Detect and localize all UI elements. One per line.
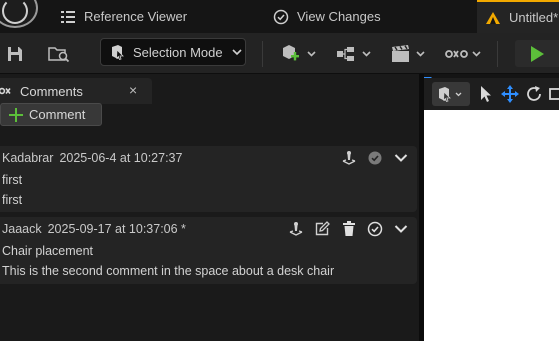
folder-search-icon xyxy=(48,46,70,62)
main-toolbar: Selection Mode xyxy=(0,33,559,74)
unreal-logo-icon[interactable] xyxy=(0,0,38,28)
scale-tool-button[interactable] xyxy=(549,85,559,103)
comment-title: Chair placement xyxy=(2,244,94,258)
platforms-icon xyxy=(445,49,481,58)
pin-location-icon xyxy=(342,151,356,165)
comment-body: This is the second comment in the space … xyxy=(2,264,335,278)
toolbar-separator xyxy=(262,41,263,67)
comment-card: Jaaack 2025-09-17 at 10:37:06 * Chair pl… xyxy=(0,217,417,284)
comment-card: Kadabrar 2025-06-4 at 10:27:37 first fir… xyxy=(0,146,417,212)
tab-reference-viewer[interactable]: Reference Viewer xyxy=(60,0,265,33)
comment-author: Kadabrar xyxy=(2,151,54,165)
comments-panel: Comments × Comment Kadabrar 2025-06-4 at… xyxy=(0,74,419,341)
comment-focus-button[interactable] xyxy=(287,220,305,238)
comment-body: first xyxy=(2,193,23,207)
comment-author: Jaaack xyxy=(2,222,42,236)
tab-label: Reference Viewer xyxy=(84,9,188,24)
comment-resolved-button[interactable] xyxy=(366,149,384,167)
resolved-check-icon xyxy=(368,151,382,165)
trash-icon xyxy=(343,221,355,236)
save-icon xyxy=(8,46,22,61)
clapperboard-icon xyxy=(392,44,425,62)
add-actor-icon xyxy=(283,44,316,60)
viewport-selection-mode-button[interactable] xyxy=(432,82,470,106)
selection-mode-icon xyxy=(112,45,124,60)
blueprints-button[interactable] xyxy=(334,40,374,67)
rotate-tool-button[interactable] xyxy=(525,85,543,103)
rotate-icon xyxy=(527,86,541,101)
add-actor-button[interactable] xyxy=(280,40,318,67)
edit-icon xyxy=(315,221,330,236)
scale-icon xyxy=(549,88,559,100)
save-button[interactable] xyxy=(4,40,26,67)
tab-untitled-level[interactable]: Untitled* xyxy=(477,0,559,33)
comments-icon xyxy=(0,87,11,95)
selection-mode-label: Selection Mode xyxy=(133,44,223,60)
comment-delete-button[interactable] xyxy=(340,220,358,238)
close-icon[interactable]: × xyxy=(129,82,143,98)
play-button[interactable] xyxy=(515,40,559,67)
tab-label: Untitled* xyxy=(509,10,559,25)
selection-mode-dropdown[interactable]: Selection Mode xyxy=(100,38,246,66)
check-circle-icon xyxy=(273,9,289,24)
level-icon xyxy=(486,11,500,24)
comment-focus-button[interactable] xyxy=(340,149,358,167)
chevron-down-icon xyxy=(394,154,408,162)
tab-label: View Changes xyxy=(297,9,381,24)
comment-timestamp: 2025-06-4 at 10:27:37 xyxy=(59,151,183,165)
toolbar-separator xyxy=(497,41,498,67)
play-icon xyxy=(531,46,544,62)
reference-viewer-icon xyxy=(61,10,75,23)
pin-location-icon xyxy=(289,222,303,236)
comment-resolve-button[interactable] xyxy=(366,220,384,238)
comment-expand-button[interactable] xyxy=(392,220,410,238)
translate-tool-button[interactable] xyxy=(500,84,520,104)
chevron-down-icon xyxy=(394,225,408,233)
cinematics-button[interactable] xyxy=(390,40,428,67)
move-arrows-icon xyxy=(501,85,519,103)
selection-mode-icon xyxy=(439,87,462,102)
comment-edit-button[interactable] xyxy=(313,220,331,238)
comment-expand-button[interactable] xyxy=(392,149,410,167)
cursor-icon xyxy=(481,86,491,102)
platforms-button[interactable] xyxy=(444,40,484,67)
comment-title: first xyxy=(2,173,23,187)
comment-header: Kadabrar 2025-06-4 at 10:27:37 xyxy=(2,151,182,165)
check-circle-icon xyxy=(367,221,383,237)
tab-view-changes[interactable]: View Changes xyxy=(273,0,463,33)
chevron-down-icon xyxy=(232,49,242,56)
plus-icon xyxy=(9,107,23,122)
comments-tab-label: Comments xyxy=(20,83,83,99)
select-tool-button[interactable] xyxy=(478,85,494,103)
blueprint-icon xyxy=(337,46,371,61)
title-tab-bar: Reference Viewer View Changes Untitled* xyxy=(0,0,559,33)
add-comment-button[interactable]: Comment xyxy=(0,103,102,126)
viewport-render-area[interactable] xyxy=(424,110,559,341)
comment-header: Jaaack 2025-09-17 at 10:37:06 * xyxy=(2,222,186,236)
comment-timestamp: 2025-09-17 at 10:37:06 * xyxy=(47,222,186,236)
add-comment-label: Comment xyxy=(29,107,86,122)
browse-content-button[interactable] xyxy=(46,40,72,67)
